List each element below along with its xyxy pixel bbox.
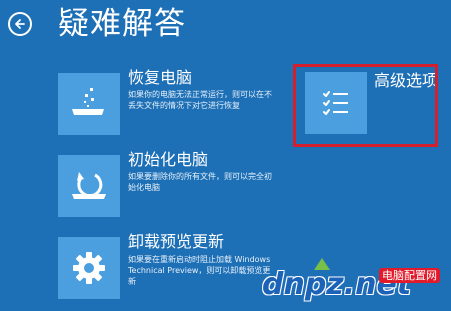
uninstall-updates-tile[interactable] bbox=[58, 237, 120, 299]
recover-pc-description: 如果你的电脑无法正常运行，则可以在不丢失文件的情况下对它进行恢复 bbox=[128, 90, 272, 110]
watermark-badge: 电脑配置网 bbox=[379, 268, 440, 283]
watermark: dnpz.net 电脑配置网 bbox=[262, 262, 448, 308]
uninstall-updates-title[interactable]: 卸载预览更新 bbox=[128, 232, 224, 252]
back-button[interactable] bbox=[8, 12, 32, 36]
arrow-left-icon bbox=[15, 19, 25, 29]
recover-pc-tile[interactable] bbox=[58, 73, 120, 135]
recover-icon bbox=[72, 88, 104, 115]
page-title: 疑难解答 bbox=[58, 6, 186, 42]
uninstall-updates-description: 如果要在重新启动时阻止加载 Windows Technical Preview，… bbox=[128, 255, 271, 286]
reset-pc-title[interactable]: 初始化电脑 bbox=[128, 150, 208, 170]
reset-pc-tile[interactable] bbox=[58, 155, 120, 217]
highlight-box bbox=[293, 64, 438, 147]
gear-icon bbox=[73, 252, 105, 284]
reset-pc-description: 如果要删除你的所有文件，则可以完全初始化电脑 bbox=[128, 172, 272, 192]
reset-icon bbox=[72, 172, 106, 199]
recover-pc-title[interactable]: 恢复电脑 bbox=[128, 68, 192, 88]
